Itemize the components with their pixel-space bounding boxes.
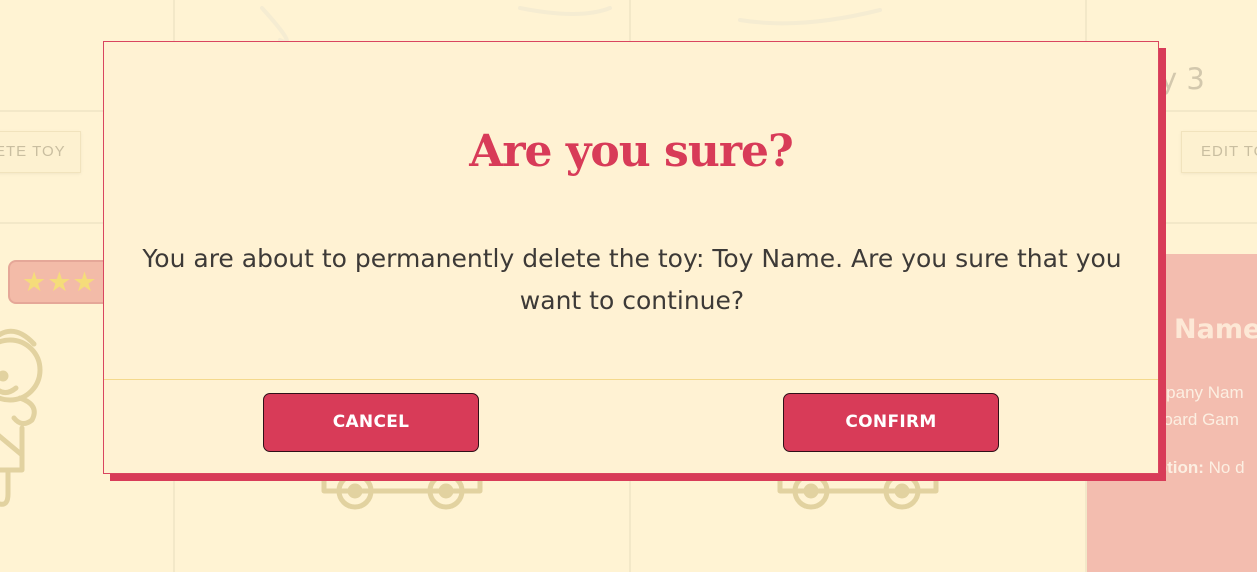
doll-icon bbox=[0, 328, 43, 507]
confirm-button[interactable]: CONFIRM bbox=[783, 393, 999, 452]
toy-description-value: No d bbox=[1208, 458, 1245, 477]
dialog-message: You are about to permanently delete the … bbox=[134, 238, 1130, 322]
confirm-delete-dialog: Are you sure? You are about to permanent… bbox=[103, 41, 1159, 474]
dialog-message-line: You are about to permanently delete the … bbox=[142, 244, 1122, 273]
dialog-message-line: want to continue? bbox=[519, 286, 745, 315]
dialog-divider bbox=[104, 379, 1158, 380]
page: ETE TOY EDIT TO y 3 bbox=[0, 0, 1257, 572]
cancel-button[interactable]: CANCEL bbox=[263, 393, 479, 452]
star-rating: ★★★ bbox=[8, 260, 118, 304]
toy-top-outline bbox=[260, 6, 882, 44]
dialog-title: Are you sure? bbox=[469, 126, 794, 177]
